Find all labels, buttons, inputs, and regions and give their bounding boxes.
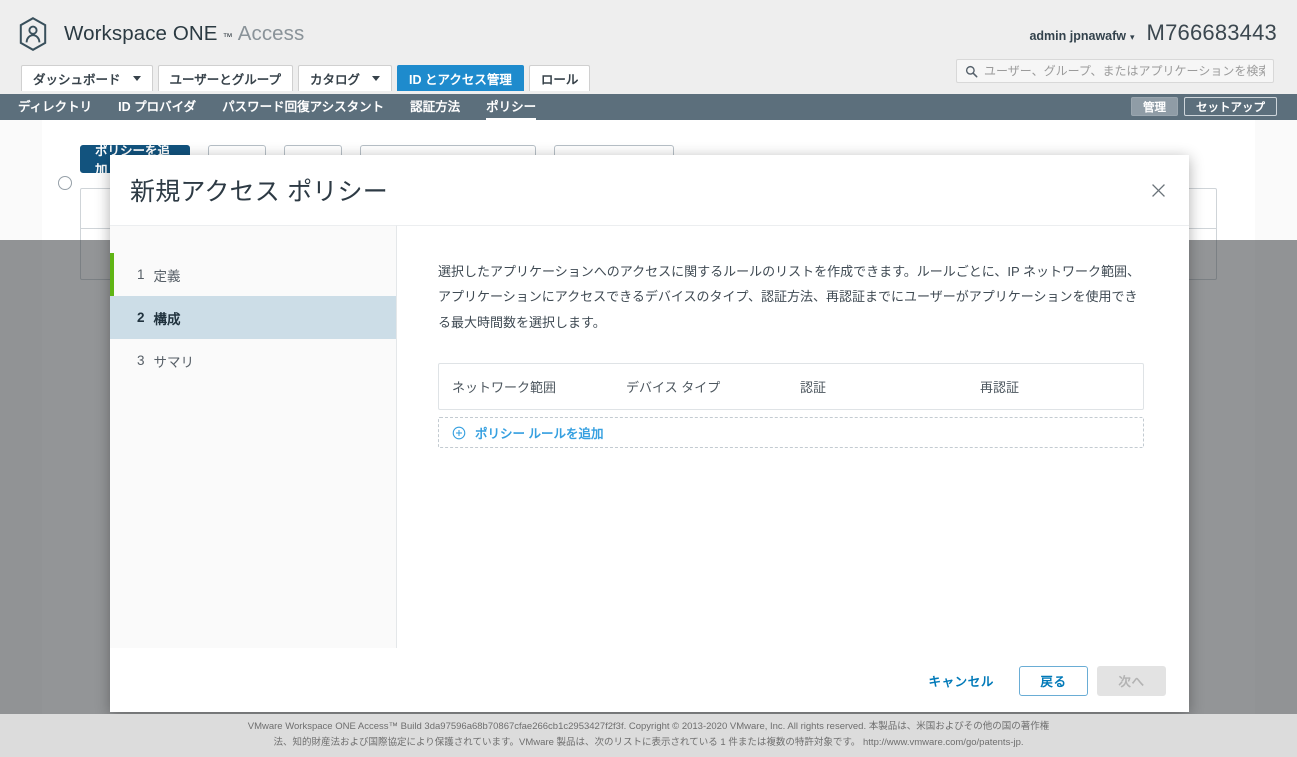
step-label: サマリ <box>153 354 195 370</box>
brand-text: Workspace ONE ™ Access <box>64 22 304 46</box>
manage-button[interactable]: 管理 <box>1131 97 1178 116</box>
footer-line-1: VMware Workspace ONE Access™ Build 3da97… <box>247 721 1050 733</box>
modal-header: 新規アクセス ポリシー <box>110 155 1189 225</box>
brand-trademark: ™ <box>222 32 233 43</box>
search-input[interactable] <box>984 64 1265 78</box>
new-access-policy-modal: 新規アクセス ポリシー 1 定義 2 構成 3 サマリ 選択したアプリケーション… <box>110 155 1189 712</box>
column-header-device-type: デバイス タイプ <box>626 380 721 396</box>
brand-product: Access <box>237 22 305 45</box>
setup-button[interactable]: セットアップ <box>1184 97 1277 116</box>
wizard-content: 選択したアプリケーションへのアクセスに関するルールのリストを作成できます。ルール… <box>397 225 1189 648</box>
app-footer: VMware Workspace ONE Access™ Build 3da97… <box>0 714 1297 757</box>
secondary-nav: ディレクトリ ID プロバイダ パスワード回復アシスタント 認証方法 ポリシー … <box>0 94 1297 120</box>
step-number: 3 <box>137 353 145 368</box>
workspace-one-hexagon-person-icon <box>19 17 47 51</box>
subnav-item-password-recovery-assistant[interactable]: パスワード回復アシスタント <box>222 94 384 120</box>
tab-label: カタログ <box>310 73 361 87</box>
step-label: 定義 <box>153 268 181 284</box>
wizard-step-summary[interactable]: 3 サマリ <box>110 339 396 382</box>
subnav-item-authentication-methods[interactable]: 認証方法 <box>410 94 460 120</box>
search-icon <box>965 65 978 77</box>
tenant-id: M766683443 <box>1146 20 1277 45</box>
tab-label: ID とアクセス管理 <box>409 73 512 87</box>
step-label: 構成 <box>153 311 181 327</box>
add-policy-rule-button[interactable]: ポリシー ルールを追加 <box>438 417 1144 449</box>
column-header-network-range: ネットワーク範囲 <box>452 380 557 396</box>
cancel-button[interactable]: キャンセル <box>912 666 1010 696</box>
step-number: 1 <box>137 267 145 282</box>
close-icon-glyph <box>1151 183 1165 197</box>
chevron-down-icon <box>372 76 381 81</box>
wizard-steps: 1 定義 2 構成 3 サマリ <box>110 225 397 648</box>
footer-line-2: 法、知的財産法および国際協定により保護されています。VMware 製品は、次のリ… <box>273 737 1024 748</box>
policy-rules-table-header: ネットワーク範囲 デバイス タイプ 認証 再認証 <box>439 364 1143 409</box>
subnav-item-policies[interactable]: ポリシー <box>486 94 537 120</box>
modal-footer: キャンセル 戻る 次へ <box>110 648 1189 712</box>
modal-body: 1 定義 2 構成 3 サマリ 選択したアプリケーションへのアクセスに関するルー… <box>110 225 1189 648</box>
plus-circle-icon <box>452 426 466 439</box>
add-policy-rule-label: ポリシー ルールを追加 <box>475 427 604 442</box>
column-header-reauthentication: 再認証 <box>980 380 1020 396</box>
chevron-down-icon[interactable]: ▾ <box>1130 32 1135 43</box>
chevron-down-icon <box>132 76 141 81</box>
brand: Workspace ONE ™ Access <box>13 14 304 54</box>
tab-roles[interactable]: ロール <box>528 65 591 91</box>
tab-catalog[interactable]: カタログ <box>298 65 393 91</box>
column-header-authentication: 認証 <box>800 380 827 396</box>
step-number: 2 <box>137 310 145 325</box>
wizard-description: 選択したアプリケーションへのアクセスに関するルールのリストを作成できます。ルール… <box>438 264 1141 330</box>
global-search[interactable] <box>956 59 1274 83</box>
modal-title: 新規アクセス ポリシー <box>130 177 388 206</box>
subnav-item-identity-providers[interactable]: ID プロバイダ <box>118 94 196 120</box>
radio-button-icon[interactable] <box>58 176 72 190</box>
subnav-item-directory[interactable]: ディレクトリ <box>18 94 92 120</box>
tab-label: ロール <box>540 73 579 87</box>
admin-username[interactable]: admin jpnawafw <box>1029 29 1126 43</box>
policy-rules-table: ネットワーク範囲 デバイス タイプ 認証 再認証 <box>438 363 1144 411</box>
tab-identity-and-access-management[interactable]: ID とアクセス管理 <box>397 65 524 91</box>
tab-label: ダッシュボード <box>33 73 121 87</box>
secondary-nav-actions: 管理 セットアップ <box>1131 97 1277 116</box>
wizard-step-definition[interactable]: 1 定義 <box>110 253 396 296</box>
application-window: Workspace ONE ™ Access admin jpnawafw ▾ M… <box>0 0 1297 757</box>
brand-name: Workspace ONE <box>64 22 218 45</box>
wizard-step-configuration[interactable]: 2 構成 <box>110 296 396 339</box>
tab-dashboard[interactable]: ダッシュボード <box>21 65 153 91</box>
tab-label: ユーザーとグループ <box>169 73 282 87</box>
primary-tabs: ダッシュボード ユーザーとグループ カタログ ID とアクセス管理 ロール <box>21 65 591 91</box>
secondary-nav-items: ディレクトリ ID プロバイダ パスワード回復アシスタント 認証方法 ポリシー <box>0 94 537 120</box>
back-button[interactable]: 戻る <box>1019 665 1088 696</box>
tab-users-and-groups[interactable]: ユーザーとグループ <box>157 65 294 91</box>
admin-area: admin jpnawafw ▾ M766683443 <box>1029 20 1277 46</box>
app-header: Workspace ONE ™ Access admin jpnawafw ▾ M… <box>0 0 1297 94</box>
close-icon[interactable] <box>1147 179 1169 201</box>
next-button: 次へ <box>1097 665 1166 696</box>
